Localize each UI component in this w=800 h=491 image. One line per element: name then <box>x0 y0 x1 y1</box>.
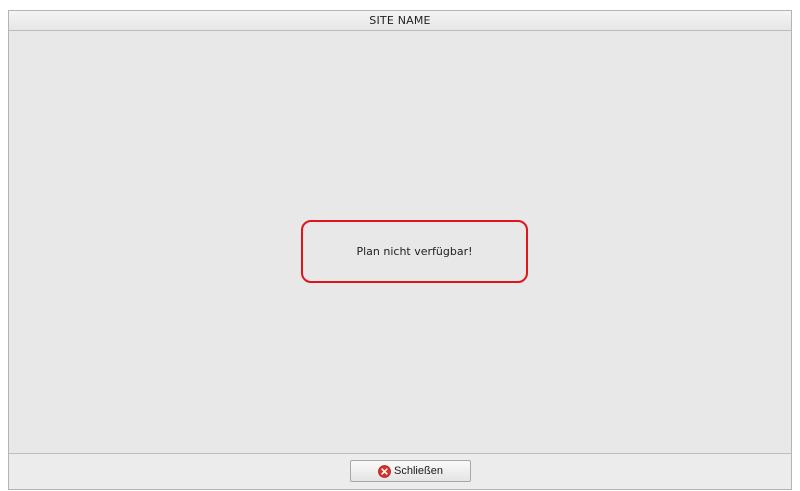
close-button[interactable]: Schließen <box>350 460 471 482</box>
content-area: Plan nicht verfügbar! <box>9 31 791 454</box>
footer-bar: Schließen <box>9 453 791 489</box>
message-highlight: Plan nicht verfügbar! <box>301 220 528 283</box>
close-icon <box>378 464 391 478</box>
close-button-label: Schließen <box>394 465 443 477</box>
window-title: SITE NAME <box>369 14 431 27</box>
dialog-window: SITE NAME Plan nicht verfügbar! Schließe… <box>8 10 792 490</box>
unavailable-message: Plan nicht verfügbar! <box>356 245 473 258</box>
title-bar: SITE NAME <box>9 11 791 31</box>
